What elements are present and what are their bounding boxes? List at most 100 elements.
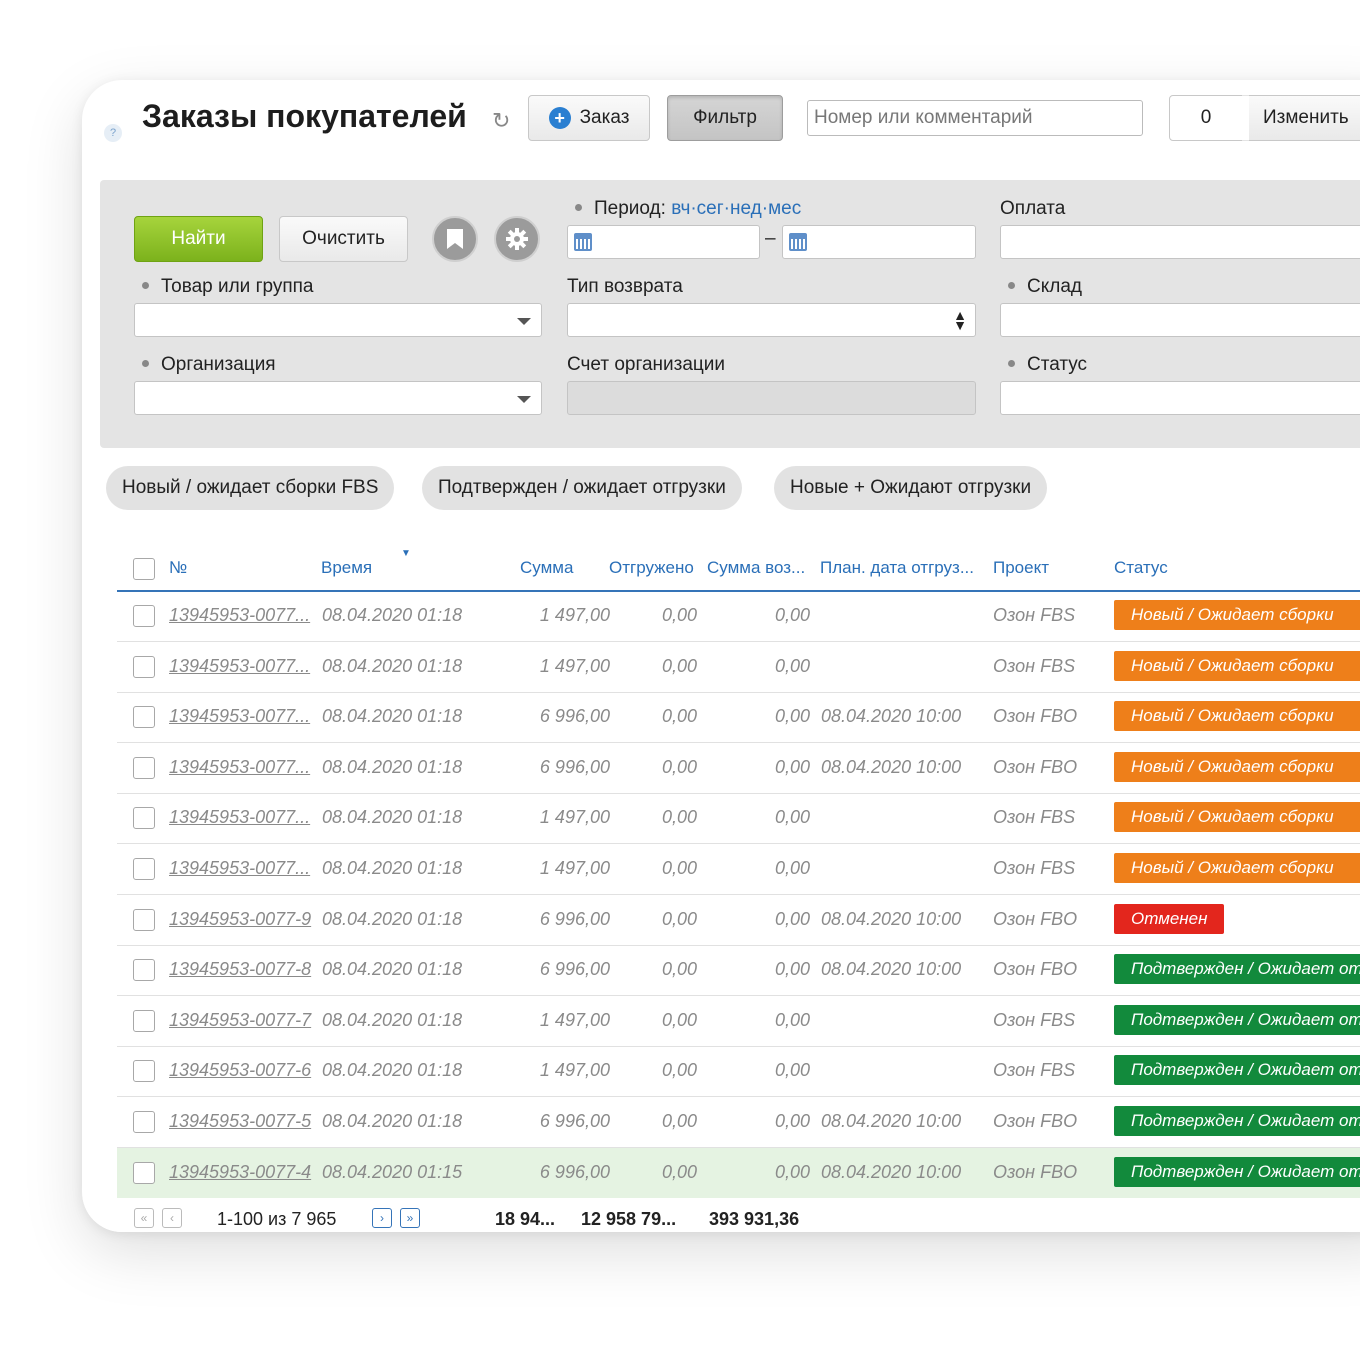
column-project[interactable]: Проект xyxy=(993,558,1049,578)
column-shipped[interactable]: Отгружено xyxy=(609,558,694,578)
order-number-text[interactable]: 13945953-0077... xyxy=(169,656,310,676)
table-row[interactable]: 13945953-0077-8 08.04.2020 01:18 6 996,00 0… xyxy=(117,945,1360,997)
warehouse-field[interactable] xyxy=(1000,303,1360,337)
chevron-down-icon xyxy=(517,318,531,325)
order-number-text[interactable]: 13945953-0077... xyxy=(169,807,310,827)
row-checkbox[interactable] xyxy=(133,756,155,779)
row-checkbox[interactable] xyxy=(133,908,155,931)
order-number-link[interactable]: 13945953-0077-4 xyxy=(169,1162,311,1183)
order-plan-date: 08.04.2020 10:00 xyxy=(821,908,962,929)
order-number-link[interactable]: 13945953-0077-5 xyxy=(169,1111,311,1132)
table-row[interactable]: 13945953-0077-4 08.04.2020 01:15 6 996,00 0… xyxy=(117,1147,1360,1199)
table-row[interactable]: 13945953-0077... 08.04.2020 01:18 1 497,00… xyxy=(117,642,1360,693)
order-number-text[interactable]: 13945953-0077-4 xyxy=(169,1162,311,1182)
settings-button[interactable] xyxy=(494,216,540,262)
table-row[interactable]: 13945953-0077... 08.04.2020 01:18 6 996,00… xyxy=(117,743,1360,794)
table-row[interactable]: 13945953-0077-5 08.04.2020 01:18 6 996,00 0… xyxy=(117,1097,1360,1148)
order-number-text[interactable]: 13945953-0077-6 xyxy=(169,1060,311,1080)
sort-desc-icon: ▼ xyxy=(401,548,411,559)
order-number-link[interactable]: 13945953-0077... xyxy=(169,605,310,626)
required-dot xyxy=(575,204,582,211)
table-row[interactable]: 13945953-0077... 08.04.2020 01:18 1 497,00… xyxy=(117,591,1360,642)
order-number-text[interactable]: 13945953-0077-7 xyxy=(169,1010,311,1030)
bookmark-button[interactable] xyxy=(432,216,478,262)
period-link-month[interactable]: мес xyxy=(768,198,801,219)
calendar-icon[interactable] xyxy=(789,233,807,251)
row-checkbox[interactable] xyxy=(133,858,155,880)
row-checkbox[interactable] xyxy=(133,1111,155,1133)
order-number-link[interactable]: 13945953-0077-8 xyxy=(169,959,311,980)
column-planned-ship-date[interactable]: План. дата отгруз... xyxy=(820,558,974,578)
preset-chip-confirmed[interactable]: Подтвержден / ожидает отгрузки xyxy=(422,466,742,510)
chevron-down-icon xyxy=(517,396,531,403)
order-shipped: 0,00 xyxy=(661,1161,697,1182)
order-number-link[interactable]: 13945953-0077... xyxy=(169,807,310,828)
table-row[interactable]: 13945953-0077-9 08.04.2020 01:18 6 996,00 0… xyxy=(117,895,1360,946)
status-badge: Отменен xyxy=(1114,903,1225,934)
row-checkbox[interactable] xyxy=(133,959,155,982)
new-order-button[interactable]: + Заказ xyxy=(528,95,650,141)
order-return-sum: 0,00 xyxy=(774,807,810,828)
table-row[interactable]: 13945953-0077... 08.04.2020 01:18 6 996,00… xyxy=(117,692,1360,744)
order-number-link[interactable]: 13945953-0077-9 xyxy=(169,909,311,930)
row-checkbox[interactable] xyxy=(133,605,155,627)
order-number-text[interactable]: 13945953-0077... xyxy=(169,706,310,726)
order-number-link[interactable]: 13945953-0077... xyxy=(169,757,310,778)
preset-chip-new-fbs[interactable]: Новый / ожидает сборки FBS xyxy=(106,466,395,510)
next-page-icon[interactable]: › xyxy=(372,1208,392,1228)
product-select[interactable] xyxy=(134,303,542,337)
row-checkbox[interactable] xyxy=(133,706,155,729)
column-number[interactable]: № xyxy=(169,558,187,578)
order-sum: 1 497,00 xyxy=(539,858,610,878)
order-number-link[interactable]: 13945953-0077-6 xyxy=(169,1060,311,1081)
select-all-checkbox[interactable] xyxy=(133,558,155,580)
search-input[interactable] xyxy=(807,100,1143,136)
period-link-yesterday[interactable]: вч xyxy=(671,198,690,219)
find-button[interactable]: Найти xyxy=(134,216,263,262)
order-number-text[interactable]: 13945953-0077... xyxy=(169,605,310,625)
row-checkbox[interactable] xyxy=(133,1060,155,1083)
period-link-week[interactable]: нед xyxy=(730,198,762,219)
period-from-input[interactable] xyxy=(567,225,760,259)
order-number-link[interactable]: 13945953-0077... xyxy=(169,858,310,879)
order-number-link[interactable]: 13945953-0077... xyxy=(169,706,310,727)
column-return-sum[interactable]: Сумма воз... xyxy=(707,558,805,578)
row-checkbox[interactable] xyxy=(133,807,155,830)
last-page-icon[interactable]: » xyxy=(400,1208,420,1228)
order-number-text[interactable]: 13945953-0077-8 xyxy=(169,959,311,979)
change-button[interactable]: Изменить xyxy=(1249,95,1360,141)
row-checkbox[interactable] xyxy=(133,1009,155,1032)
order-number-link[interactable]: 13945953-0077-7 xyxy=(169,1010,311,1031)
order-number-text[interactable]: 13945953-0077... xyxy=(169,858,310,878)
order-number-text[interactable]: 13945953-0077-5 xyxy=(169,1111,311,1131)
filter-button[interactable]: Фильтр xyxy=(667,95,783,141)
period-to-input[interactable] xyxy=(782,225,976,259)
order-number-link[interactable]: 13945953-0077... xyxy=(169,656,310,677)
refresh-icon[interactable]: ↻ xyxy=(492,108,510,134)
column-status[interactable]: Статус xyxy=(1114,558,1168,578)
payment-field[interactable] xyxy=(1000,225,1360,259)
return-type-select[interactable]: ▲ ▼ xyxy=(567,303,976,337)
status-badge: Подтвержден / Ожидает отгрузки xyxy=(1114,1055,1360,1086)
table-row[interactable]: 13945953-0077-6 08.04.2020 01:18 1 497,00 0… xyxy=(117,1046,1360,1098)
order-number-text[interactable]: 13945953-0077... xyxy=(169,757,310,777)
order-number-text[interactable]: 13945953-0077-9 xyxy=(169,909,311,929)
order-time: 08.04.2020 01:18 xyxy=(322,706,463,727)
column-sum[interactable]: Сумма xyxy=(520,558,573,578)
calendar-icon[interactable] xyxy=(574,233,592,251)
clear-button[interactable]: Очистить xyxy=(279,216,408,262)
preset-chip-new-and-waiting[interactable]: Новые + Ожидают отгрузки xyxy=(774,466,1048,510)
table-row[interactable]: 13945953-0077... 08.04.2020 01:18 1 497,00… xyxy=(117,793,1360,845)
row-checkbox[interactable] xyxy=(133,1161,155,1184)
pagination-range: 1-100 из 7 965 xyxy=(217,1209,337,1229)
table-row[interactable]: 13945953-0077-7 08.04.2020 01:18 1 497,00 0… xyxy=(117,996,1360,1047)
order-shipped: 0,00 xyxy=(661,1009,697,1030)
column-time[interactable]: Время xyxy=(321,558,372,578)
organization-select[interactable] xyxy=(134,381,542,415)
order-time: 08.04.2020 01:18 xyxy=(322,959,463,980)
status-field[interactable] xyxy=(1000,381,1360,415)
period-link-today[interactable]: сег xyxy=(697,198,724,219)
row-checkbox[interactable] xyxy=(133,655,155,678)
table-row[interactable]: 13945953-0077... 08.04.2020 01:18 1 497,00… xyxy=(117,844,1360,895)
help-icon[interactable]: ? xyxy=(104,124,122,142)
